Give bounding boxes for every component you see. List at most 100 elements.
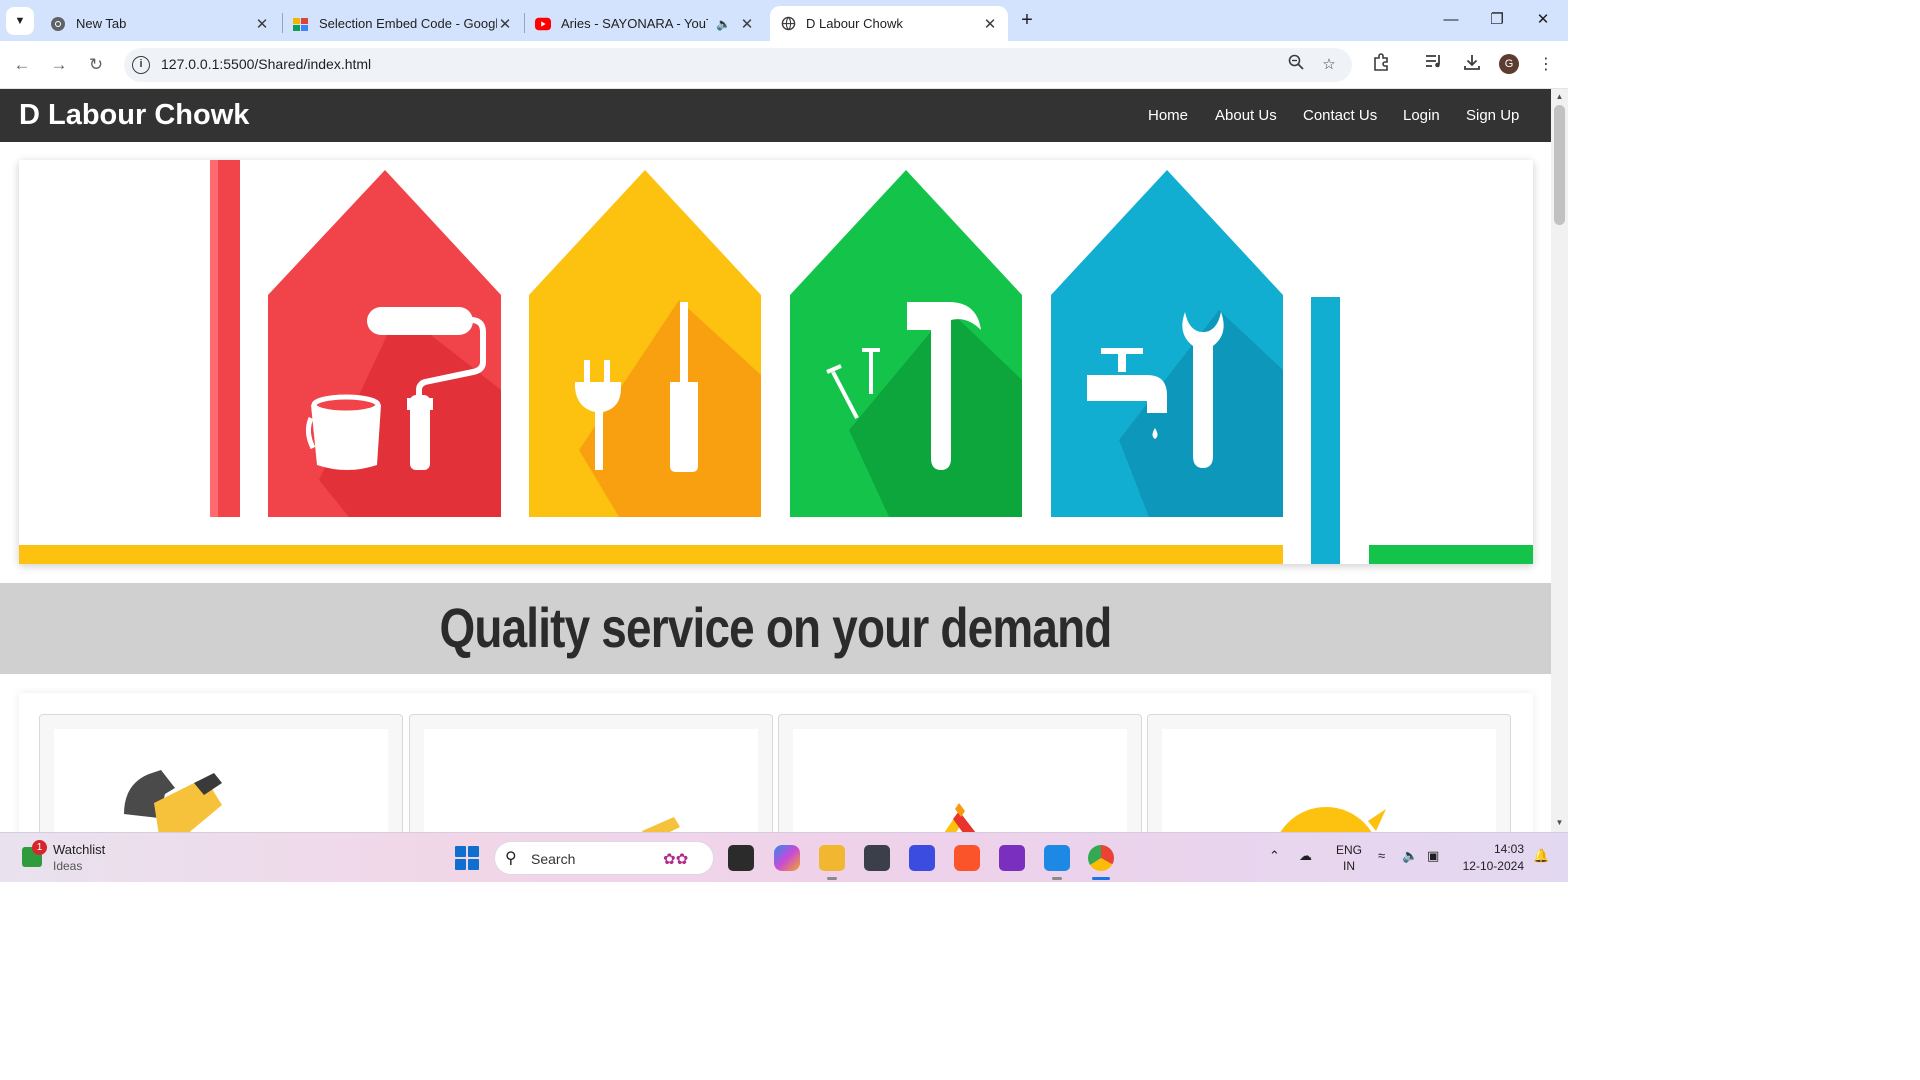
media-control-icon[interactable] bbox=[1422, 53, 1446, 77]
tab-title: Selection Embed Code - Google bbox=[319, 16, 497, 31]
roof-icon bbox=[944, 803, 976, 832]
back-button[interactable]: ← bbox=[9, 52, 35, 78]
onedrive-error-icon[interactable]: ☁ bbox=[1299, 848, 1312, 864]
browser-toolbar: ← → ↻ i 127.0.0.1:5500/Shared/index.html… bbox=[0, 41, 1568, 89]
zoom-icon[interactable] bbox=[1285, 54, 1307, 76]
nav-signup-link[interactable]: Sign Up bbox=[1466, 107, 1519, 124]
copilot-icon[interactable] bbox=[774, 845, 800, 871]
tab-youtube[interactable]: Aries - SAYONARA - YouTube 🔈 ✕ bbox=[525, 6, 765, 41]
system-clock[interactable]: 14:03 12-10-2024 bbox=[1460, 842, 1524, 873]
app-cube-icon[interactable] bbox=[864, 845, 890, 871]
site-brand[interactable]: D Labour Chowk bbox=[19, 99, 249, 132]
close-window-button[interactable]: ✕ bbox=[1520, 6, 1566, 34]
close-icon[interactable]: ✕ bbox=[254, 15, 270, 33]
page-viewport: D Labour Chowk Home About Us Contact Us … bbox=[0, 89, 1551, 832]
nav-home-link[interactable]: Home bbox=[1148, 107, 1188, 124]
reload-button[interactable]: ↻ bbox=[83, 52, 109, 78]
tab-new-tab[interactable]: New Tab ✕ bbox=[40, 6, 280, 41]
nav-contact-link[interactable]: Contact Us bbox=[1303, 107, 1377, 124]
vscode-icon[interactable] bbox=[1044, 845, 1070, 871]
app-blue-icon[interactable] bbox=[909, 845, 935, 871]
file-explorer-icon[interactable] bbox=[819, 845, 845, 871]
language-code: ENG bbox=[1336, 843, 1363, 857]
scroll-up-icon[interactable]: ▲ bbox=[1555, 92, 1564, 101]
nav-login-link[interactable]: Login bbox=[1403, 107, 1440, 124]
bookmark-star-icon[interactable]: ☆ bbox=[1318, 54, 1340, 76]
service-card[interactable] bbox=[1147, 714, 1511, 832]
url-text[interactable]: 127.0.0.1:5500/Shared/index.html bbox=[161, 56, 371, 72]
clock-date: 12-10-2024 bbox=[1462, 859, 1524, 873]
scroll-thumb[interactable] bbox=[1554, 105, 1565, 225]
services-section bbox=[19, 693, 1533, 832]
profile-avatar[interactable]: G bbox=[1499, 54, 1519, 74]
yellow-ground-strip bbox=[19, 545, 1283, 564]
close-icon[interactable]: ✕ bbox=[739, 15, 755, 33]
site-info-icon[interactable]: i bbox=[132, 56, 150, 74]
task-view-icon[interactable] bbox=[728, 845, 754, 871]
scroll-down-icon[interactable]: ▼ bbox=[1555, 818, 1564, 827]
hammer-nails-icon bbox=[790, 170, 1022, 517]
region-code: IN bbox=[1343, 859, 1355, 873]
embed-code-icon bbox=[293, 16, 309, 32]
wifi-icon[interactable]: ≈ bbox=[1378, 848, 1385, 863]
notification-bell-icon[interactable]: 🔔 bbox=[1533, 848, 1549, 864]
close-icon[interactable]: ✕ bbox=[982, 15, 998, 33]
taskbar-search[interactable]: ⚲ Search ✿✿ bbox=[494, 841, 714, 875]
menu-kebab-icon[interactable]: ⋮ bbox=[1534, 53, 1558, 77]
close-icon[interactable]: ✕ bbox=[497, 15, 513, 33]
chrome-taskbar-icon[interactable] bbox=[1088, 845, 1114, 871]
speaker-icon[interactable]: 🔈 bbox=[716, 17, 731, 31]
app-running-indicator bbox=[1052, 877, 1062, 880]
youtube-icon bbox=[535, 16, 551, 32]
sun-icon bbox=[1280, 807, 1386, 832]
forward-button[interactable]: → bbox=[46, 52, 72, 78]
restore-button[interactable]: ❐ bbox=[1474, 6, 1520, 34]
arrow-left-icon: ← bbox=[13, 55, 31, 74]
language-indicator[interactable]: ENG IN bbox=[1336, 842, 1362, 874]
tab-title: New Tab bbox=[76, 16, 127, 31]
address-bar[interactable]: i 127.0.0.1:5500/Shared/index.html ☆ bbox=[124, 48, 1352, 82]
tab-strip: ▼ New Tab ✕ Selection Embed Code - Googl… bbox=[0, 0, 1568, 41]
app-active-indicator bbox=[1092, 877, 1110, 880]
site-navbar: D Labour Chowk Home About Us Contact Us … bbox=[0, 89, 1551, 142]
blue-post bbox=[1311, 297, 1340, 564]
battery-icon[interactable]: ▣ bbox=[1427, 848, 1439, 864]
nav-about-link[interactable]: About Us bbox=[1215, 107, 1277, 124]
green-ground-strip bbox=[1369, 545, 1533, 564]
volume-icon[interactable]: 🔈 bbox=[1402, 848, 1418, 864]
paint-roller-icon bbox=[268, 170, 501, 517]
onenote-icon[interactable] bbox=[999, 845, 1025, 871]
tab-d-labour-chowk[interactable]: D Labour Chowk ✕ bbox=[770, 6, 1008, 41]
extensions-icon[interactable] bbox=[1369, 53, 1393, 77]
reload-icon: ↻ bbox=[88, 55, 104, 74]
app-running-indicator bbox=[827, 877, 837, 880]
tab-title: D Labour Chowk bbox=[806, 16, 903, 31]
new-tab-button[interactable]: + bbox=[1014, 8, 1040, 34]
clock-time: 14:03 bbox=[1493, 842, 1524, 856]
windows-logo-icon bbox=[468, 846, 479, 857]
brave-browser-icon[interactable] bbox=[954, 845, 980, 871]
service-card[interactable] bbox=[409, 714, 773, 832]
start-button[interactable] bbox=[455, 846, 479, 870]
minimize-button[interactable]: — bbox=[1428, 6, 1474, 34]
tab-selection-embed[interactable]: Selection Embed Code - Google ✕ bbox=[283, 6, 523, 41]
service-card[interactable] bbox=[778, 714, 1142, 832]
search-icon: ⚲ bbox=[505, 850, 517, 867]
download-icon[interactable] bbox=[1460, 53, 1484, 77]
minimize-icon: — bbox=[1443, 11, 1459, 28]
service-card[interactable] bbox=[39, 714, 403, 832]
arrow-right-icon: → bbox=[50, 55, 68, 74]
windows-logo-icon bbox=[455, 846, 466, 857]
widget-subtitle: Ideas bbox=[53, 859, 83, 873]
notification-badge: 1 bbox=[32, 840, 47, 855]
close-icon: ✕ bbox=[1536, 11, 1550, 28]
windows-logo-icon bbox=[455, 859, 466, 870]
page-scrollbar[interactable]: ▲ ▼ bbox=[1551, 89, 1568, 832]
service-card-image bbox=[54, 729, 388, 832]
service-card-image bbox=[1162, 729, 1496, 832]
tab-search-button[interactable]: ▼ bbox=[6, 7, 34, 35]
chevron-up-icon[interactable]: ⌃ bbox=[1269, 848, 1280, 864]
hero-banner bbox=[19, 160, 1533, 564]
windows-taskbar: 1 Watchlist Ideas ⚲ Search ✿✿ ⌃ ☁ ENG IN… bbox=[0, 832, 1568, 882]
tab-title: Aries - SAYONARA - YouTube bbox=[561, 16, 708, 31]
